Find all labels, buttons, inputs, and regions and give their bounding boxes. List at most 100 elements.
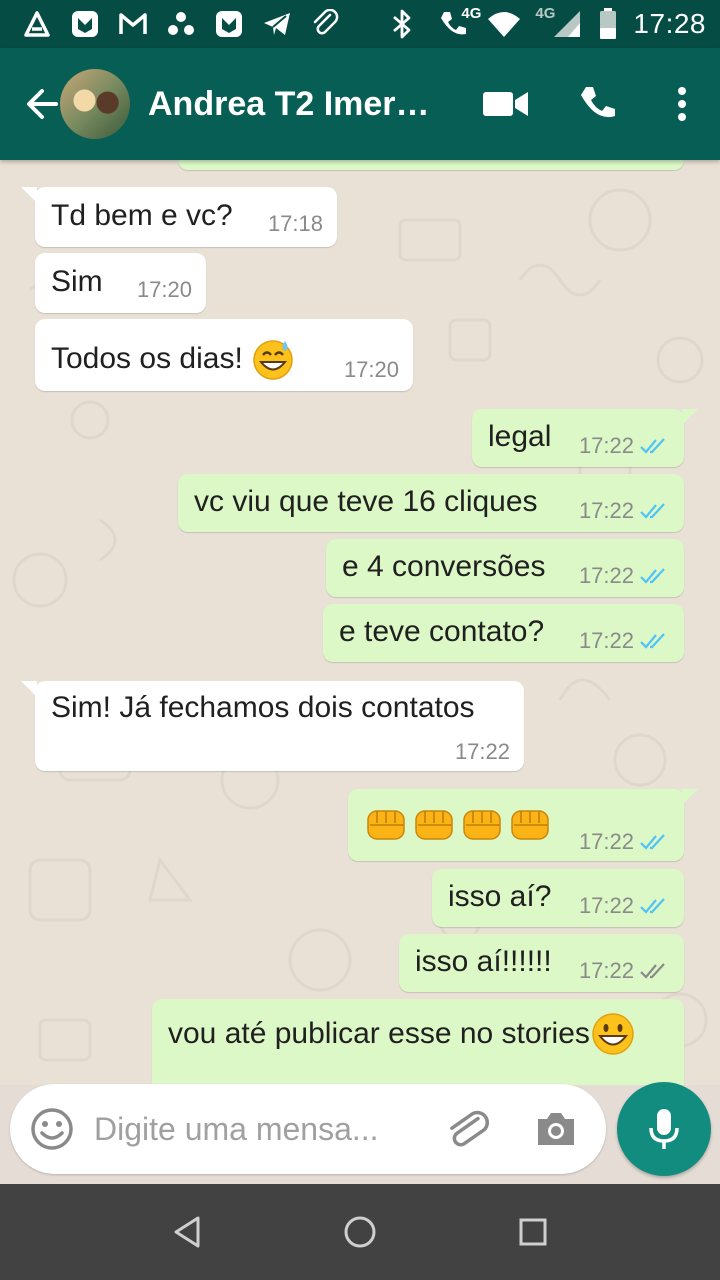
message-time: 17:22 [578, 433, 634, 458]
message-meta: 17:22 [579, 829, 670, 855]
message-bubble-outgoing[interactable]: e teve contato? 17:22 [323, 604, 684, 662]
message-content: vou até publicar esse no stories [168, 1011, 636, 1057]
message-meta: 17:22 [579, 433, 670, 459]
message-time: 17:18 [267, 211, 323, 236]
message-text: isso aí? [448, 880, 552, 913]
message-bubble-outgoing[interactable]: e 4 conversões 17:22 [326, 539, 684, 597]
oncoming-fist-emoji-icon [463, 810, 501, 840]
dots-icon [164, 7, 198, 41]
more-vert-icon [678, 87, 686, 121]
message-time: 17:22 [578, 563, 634, 588]
camera-button[interactable] [512, 1084, 600, 1174]
voice-message-button[interactable] [617, 1082, 711, 1176]
back-button[interactable] [8, 48, 60, 160]
message-meta: 17:20 [344, 357, 399, 383]
nav-recents-button[interactable] [493, 1192, 573, 1272]
system-navigation-bar [0, 1184, 720, 1280]
message-text: Sim! Já fechamos dois contatos [51, 691, 475, 724]
attach-button[interactable] [424, 1084, 512, 1174]
bluetooth-icon [385, 7, 419, 41]
square-recents-icon [519, 1218, 547, 1246]
video-call-icon [483, 92, 528, 116]
paperclip-icon [308, 7, 342, 41]
video-call-button[interactable] [460, 48, 552, 160]
notification-icons [20, 7, 342, 41]
message-bubble-outgoing[interactable]: isso aí!!!!!! 17:22 [399, 934, 684, 992]
message-bubble-partial[interactable] [178, 160, 684, 170]
network-type-label: 4G [461, 5, 482, 22]
network-type-label-2: 4G [535, 5, 556, 22]
system-icons: 4G 4G 17:28 [385, 5, 706, 41]
message-meta: 17:22 [579, 498, 670, 524]
camera-icon [538, 1113, 574, 1145]
message-bubble-outgoing[interactable]: legal 17:22 [472, 409, 698, 467]
more-options-button[interactable] [644, 48, 720, 160]
message-meta: 17:22 [579, 893, 670, 919]
double-check-read-icon [640, 834, 665, 850]
emoji-row [364, 803, 552, 843]
message-meta: 17:18 [268, 211, 323, 237]
message-text: e 4 conversões [342, 550, 546, 583]
contact-avatar[interactable] [60, 69, 130, 139]
message-bubble-incoming[interactable]: Sim! Já fechamos dois contatos 17:22 [21, 681, 524, 771]
message-time: 17:22 [578, 893, 634, 918]
microphone-icon [649, 1109, 679, 1149]
message-bubble-incoming[interactable]: Td bem e vc? 17:18 [21, 187, 337, 247]
double-check-read-icon [640, 633, 665, 649]
message-bubble-outgoing[interactable]: isso aí? 17:22 [432, 869, 684, 927]
message-time: 17:22 [578, 498, 634, 523]
message-input-container [10, 1084, 606, 1174]
chat-header: Andrea T2 Imersão [0, 48, 720, 160]
message-bubble-incoming[interactable]: Sim 17:20 [35, 253, 206, 313]
message-time: 17:22 [578, 628, 634, 653]
double-check-read-icon [640, 898, 665, 914]
message-time: 17:20 [343, 357, 399, 382]
message-bubble-incoming[interactable]: Todos os dias! 17:20 [35, 319, 413, 391]
message-bubble-outgoing[interactable]: vc viu que teve 16 cliques 17:22 [178, 474, 684, 532]
nav-back-button[interactable] [147, 1192, 227, 1272]
message-meta: 17:22 [579, 563, 670, 589]
paperclip-icon [450, 1110, 490, 1147]
message-meta: 17:22 [455, 739, 510, 765]
shield-icon [212, 7, 246, 41]
nav-home-button[interactable] [320, 1192, 400, 1272]
oncoming-fist-emoji-icon [367, 810, 405, 840]
phone-icon [581, 87, 615, 118]
double-check-read-icon [640, 438, 665, 454]
message-time: 17:22 [578, 829, 634, 854]
message-time: 17:22 [454, 739, 510, 764]
message-list[interactable]: Td bem e vc? 17:18 Sim 17:20 Todos os di… [0, 160, 720, 1085]
message-time: 17:20 [136, 277, 192, 302]
message-text: Td bem e vc? [51, 199, 233, 232]
grinning-sweat-emoji-icon [253, 340, 293, 380]
message-time: 17:22 [578, 958, 634, 983]
message-meta: 17:20 [137, 277, 192, 303]
message-text: Todos os dias! [51, 342, 243, 375]
message-bubble-outgoing[interactable]: vou até publicar esse no stories [152, 999, 684, 1085]
message-text: e teve contato? [339, 615, 545, 648]
oncoming-fist-emoji-icon [511, 810, 549, 840]
voice-call-button[interactable] [552, 48, 644, 160]
wifi-icon [487, 7, 521, 41]
message-meta: 17:22 [579, 628, 670, 654]
oncoming-fist-emoji-icon [415, 810, 453, 840]
message-text: isso aí!!!!!! [415, 945, 552, 978]
composer [0, 1080, 720, 1184]
app-icon [20, 7, 54, 41]
message-text: legal [488, 420, 552, 453]
double-check-read-icon [640, 568, 665, 584]
emoji-icon [31, 1108, 73, 1150]
contact-name[interactable]: Andrea T2 Imersão [148, 85, 448, 124]
grinning-emoji-icon [592, 1013, 634, 1055]
battery-icon [597, 7, 619, 41]
emoji-button[interactable] [10, 1084, 94, 1174]
message-bubble-outgoing[interactable]: 17:22 [348, 789, 698, 861]
triangle-back-icon [174, 1216, 200, 1248]
header-actions [460, 48, 720, 160]
message-content: Todos os dias! [51, 337, 295, 381]
message-text: vou até publicar esse no stories [168, 1017, 590, 1050]
clock: 17:28 [633, 8, 706, 39]
message-input[interactable] [94, 1110, 424, 1148]
status-bar: 4G 4G 17:28 [0, 0, 720, 48]
call-4g-icon: 4G [433, 5, 481, 41]
